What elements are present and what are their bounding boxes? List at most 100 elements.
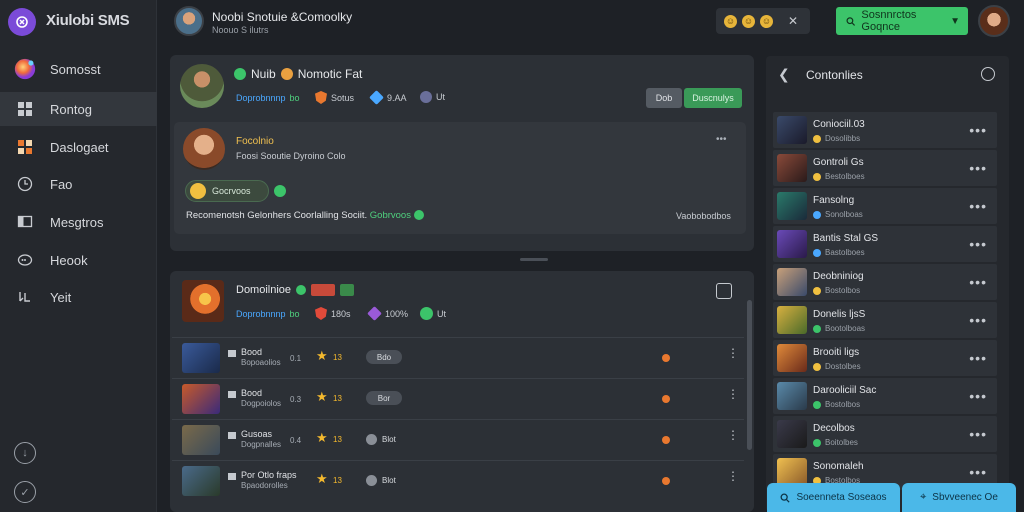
toggle-knob-icon[interactable]	[366, 434, 377, 445]
list-item[interactable]: Darooliciil Sac Bostolbos •••	[773, 378, 997, 414]
bottom-left-button[interactable]: Soeenneta Soseaos	[767, 483, 900, 512]
info-icon[interactable]: ↓	[14, 442, 36, 464]
shield-icon	[315, 91, 327, 104]
user-avatar[interactable]	[978, 5, 1010, 37]
inner-right-text: Vaobobodbos	[676, 211, 731, 221]
game-tag: bo	[289, 309, 300, 319]
primary-header-button[interactable]: Sosnnrctos Goqnce ▼	[836, 7, 968, 35]
row-title: Por Otlo fraps	[241, 470, 297, 480]
kebab-menu-icon[interactable]: ⋮	[727, 388, 739, 400]
profile-avatar[interactable]	[180, 64, 224, 108]
table-row[interactable]: Gusoas Dogpnalles 0.4 ★ 13 Blot ⋮	[172, 419, 744, 457]
list-item[interactable]: Coniociil.03 Dosolibbs •••	[773, 112, 997, 148]
coin-icon	[813, 362, 821, 371]
profile-secondary-button[interactable]: Dob	[646, 88, 682, 108]
toggle-knob-icon[interactable]	[366, 475, 377, 486]
list-item[interactable]: Donelis ljsS Bootolboas •••	[773, 302, 997, 338]
list-item[interactable]: Gontroli Gs Bestolboes •••	[773, 150, 997, 186]
coin-icon	[813, 172, 821, 181]
scrollbar[interactable]	[747, 300, 752, 450]
inner-sub: Foosi Sooutie Dyroino Colo	[236, 151, 346, 161]
more-icon[interactable]: •••	[969, 122, 987, 138]
kebab-menu-icon[interactable]: ⋮	[727, 429, 739, 441]
item-sub: Bastolboes	[825, 248, 865, 257]
item-name: Sonomaleh	[813, 461, 864, 472]
more-icon[interactable]: •••	[969, 350, 987, 366]
sidebar-item-3[interactable]: Fao	[0, 167, 157, 201]
emoji-grin-icon[interactable]: ☺	[742, 14, 755, 28]
app-logo-icon[interactable]	[8, 8, 36, 36]
game-stat-1-value: 180s	[331, 308, 351, 319]
sidebar-item-label: Daslogaet	[50, 139, 109, 155]
row-thumbnail	[182, 384, 220, 414]
more-icon[interactable]: •••	[969, 198, 987, 214]
more-icon[interactable]: •••	[969, 236, 987, 252]
inner-body-link[interactable]: Gobrvoos	[370, 210, 411, 221]
more-icon[interactable]: •••	[969, 274, 987, 290]
kebab-menu-icon[interactable]: ⋮	[727, 347, 739, 359]
sidebar-item-label: Mesgtros	[50, 214, 104, 230]
more-icon[interactable]: •••	[969, 426, 987, 442]
more-icon[interactable]: •••	[969, 464, 987, 480]
row-rating: 13	[333, 394, 342, 403]
list-item[interactable]: Decolbos Boitolbes •••	[773, 416, 997, 452]
kebab-menu-icon[interactable]: ⋮	[727, 470, 739, 482]
game-thumbnail[interactable]	[182, 280, 224, 322]
sidebar-item-5[interactable]: Heook	[0, 243, 157, 277]
sidebar-item-4[interactable]: Mesgtros	[0, 205, 157, 239]
inner-chip[interactable]: Gocrvoos	[185, 180, 269, 202]
list-item[interactable]: Deobniniog Bostolbos •••	[773, 264, 997, 300]
more-icon[interactable]: •••	[969, 388, 987, 404]
app-logo-text: Xiulobi SMS	[46, 12, 130, 29]
emoji-smile-icon[interactable]: ☺	[724, 14, 737, 28]
check-dot-icon	[813, 400, 821, 409]
row-tag: Blot	[382, 476, 396, 485]
drag-handle[interactable]	[520, 258, 548, 261]
list-item[interactable]: Brooiti ligs Dostolbes •••	[773, 340, 997, 376]
controller-icon	[228, 432, 236, 439]
list-item[interactable]: Bantis Stal GS Bastolboes •••	[773, 226, 997, 262]
info-dot-icon	[813, 248, 821, 257]
item-name: Gontroli Gs	[813, 157, 864, 168]
profile-tagline: Doprobnnnp	[236, 93, 286, 103]
profile-heading: Nuib Nomotic Fat	[234, 67, 362, 81]
item-thumbnail	[777, 192, 807, 220]
row-value: 0.1	[290, 354, 302, 363]
settings-gear-icon[interactable]	[716, 283, 732, 299]
sidebar-item-6[interactable]: Yeit	[0, 280, 157, 314]
sidebar: Xiulobi SMS Somosst Rontog Daslogaet Fao…	[0, 0, 157, 512]
bottom-right-button[interactable]: ⌖ Sbvveenec Oe	[902, 483, 1016, 512]
settings-icon[interactable]: ✓	[14, 481, 36, 503]
list-item[interactable]: Fansolng Sonolboas •••	[773, 188, 997, 224]
row-toggle[interactable]: Bdo	[366, 350, 402, 364]
inner-avatar[interactable]	[183, 128, 225, 170]
table-row[interactable]: Bood Bopoaolios 0.1 ★ 13 Bdo ⋮	[172, 337, 744, 375]
item-sub: Bostolbos	[825, 286, 861, 295]
item-sub-row: Dosolibbs	[813, 134, 860, 143]
profile-stat-1-value: Sotus	[331, 92, 355, 103]
grid-icon	[14, 98, 36, 120]
row-value: 0.3	[290, 395, 302, 404]
emoji-laugh-icon[interactable]: ☺	[760, 14, 773, 28]
more-icon[interactable]: •••	[969, 160, 987, 176]
profile-primary-button[interactable]: Duscnulys	[684, 88, 742, 108]
diamond-icon	[369, 90, 384, 105]
more-icon[interactable]: •••	[716, 134, 727, 145]
close-icon[interactable]: ✕	[788, 14, 798, 28]
sidebar-item-0[interactable]: Somosst	[0, 52, 157, 86]
sidebar-item-1[interactable]: Rontog	[0, 92, 157, 126]
more-icon[interactable]: •••	[969, 312, 987, 328]
bottom-right-button-label: Sbvveenec Oe	[932, 492, 998, 503]
community-avatar[interactable]	[174, 6, 204, 36]
item-sub: Sonolboas	[825, 210, 863, 219]
table-row[interactable]: Por Otlo fraps Bpaodorolles ★ 13 Blot ⋮	[172, 460, 744, 498]
item-sub-row: Bostolbos	[813, 286, 860, 295]
row-toggle[interactable]: Bor	[366, 391, 402, 405]
page-subtitle: Noouo S ilutrs	[212, 25, 269, 35]
item-name: Donelis ljsS	[813, 309, 866, 320]
table-row[interactable]: Bood Dogpoiolos 0.3 ★ 13 Bor ⋮	[172, 378, 744, 416]
item-sub: Bestolboes	[825, 172, 865, 181]
back-arrow-icon[interactable]: ❮	[778, 66, 790, 83]
sidebar-item-2[interactable]: Daslogaet	[0, 130, 157, 164]
refresh-icon[interactable]	[981, 67, 995, 81]
